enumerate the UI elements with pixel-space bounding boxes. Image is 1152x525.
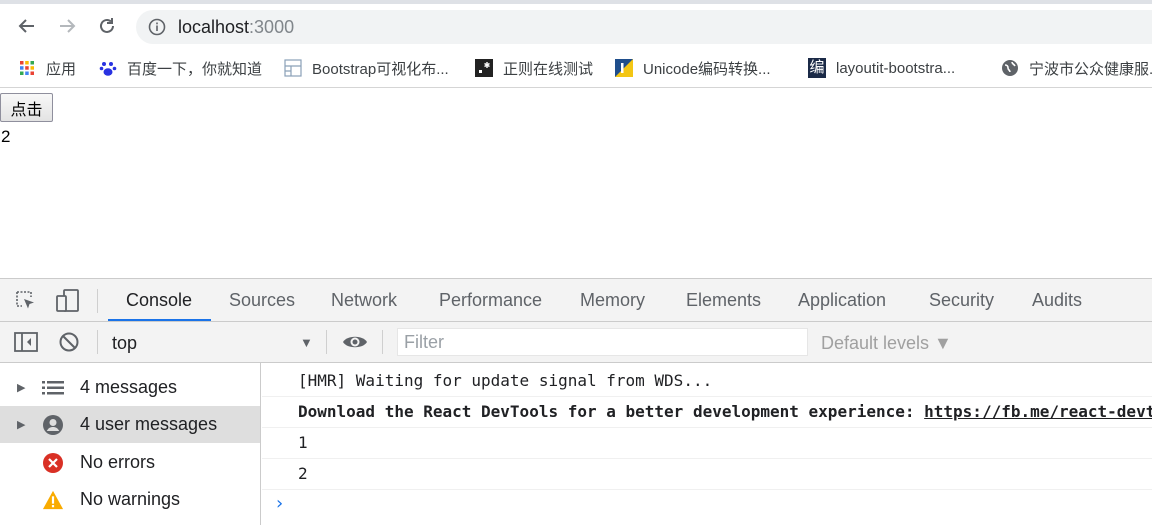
log-levels-dropdown[interactable]: Default levels ▼ — [821, 333, 952, 354]
bookmark-label: 百度一下，你就知道 — [127, 60, 263, 78]
sidebar-item-messages[interactable]: ▶ 4 messages — [0, 369, 260, 406]
regex-icon — [475, 59, 493, 77]
expand-triangle-icon[interactable]: ▶ — [17, 418, 25, 431]
tab-memory[interactable]: Memory — [580, 290, 645, 311]
sidebar-item-label: No warnings — [80, 489, 181, 509]
bookmark-unicode[interactable]: Unicode编码转换... — [615, 58, 771, 78]
bian-glyph: 编 — [808, 58, 826, 78]
context-selector[interactable]: top — [112, 333, 137, 354]
sidebar-item-errors[interactable]: No errors — [0, 444, 260, 481]
page-viewport: 点击 2 — [0, 89, 1152, 278]
active-tab-indicator — [108, 319, 211, 321]
url-text[interactable]: localhost:3000 — [178, 17, 294, 37]
user-icon — [42, 414, 64, 436]
device-toolbar-button[interactable] — [55, 288, 81, 314]
sidebar-item-user-messages[interactable]: ▶ 4 user messages — [0, 406, 260, 443]
context-dropdown-icon[interactable]: ▼ — [300, 335, 313, 350]
bookmark-label: 宁波市公众健康服... — [1029, 60, 1152, 78]
tab-security[interactable]: Security — [929, 290, 994, 311]
baidu-paw-icon — [99, 59, 117, 77]
list-icon — [42, 377, 64, 399]
address-bar[interactable]: localhost:3000 — [136, 10, 1152, 44]
sidebar-item-label: 4 messages — [80, 377, 178, 397]
console-output: [HMR] Waiting for update signal from WDS… — [262, 363, 1152, 525]
error-icon — [42, 452, 64, 474]
tab-elements[interactable]: Elements — [686, 290, 761, 311]
console-prompt[interactable]: › — [274, 493, 285, 514]
message-text: 2 — [298, 464, 308, 483]
console-sidebar: ▶ 4 messages ▶ 4 user messages No errors… — [0, 363, 261, 525]
apps-grid-icon — [18, 59, 36, 77]
bookmark-label: 应用 — [46, 60, 77, 78]
bookmark-ningbo[interactable]: 宁波市公众健康服... — [1001, 58, 1152, 78]
clear-console-button[interactable] — [58, 331, 80, 353]
forward-arrow-icon — [60, 19, 76, 33]
sidebar-item-label: 4 user messages — [80, 414, 218, 434]
expand-triangle-icon[interactable]: ▶ — [17, 381, 25, 394]
bookmark-label: Unicode编码转换... — [643, 60, 771, 78]
message-text: [HMR] Waiting for update signal from WDS… — [298, 371, 713, 390]
click-button[interactable]: 点击 — [0, 93, 53, 122]
console-message: [HMR] Waiting for update signal from WDS… — [262, 366, 1152, 397]
bookmark-label: layoutit-bootstra... — [836, 59, 956, 77]
inspect-element-button[interactable] — [14, 289, 38, 313]
bookmark-baidu[interactable]: 百度一下，你就知道 — [99, 58, 262, 78]
show-sidebar-icon — [14, 332, 38, 352]
bookmark-label: Bootstrap可视化布... — [312, 60, 449, 78]
console-message: 1 — [262, 428, 1152, 459]
reload-icon — [100, 18, 114, 33]
back-button[interactable] — [14, 13, 40, 39]
toolbar-divider — [97, 289, 98, 313]
bookmarks-bar: 应用 百度一下，你就知道 Bootstrap可视化布... 正则在线测试 Uni… — [0, 48, 1152, 88]
devtools-tabbar: Console Sources Network Performance Memo… — [0, 278, 1152, 322]
warning-icon — [42, 489, 64, 511]
sidebar-toggle-button[interactable] — [14, 331, 38, 353]
unicode-icon — [615, 59, 633, 77]
browser-toolbar: localhost:3000 — [0, 4, 1152, 48]
url-port: :3000 — [249, 17, 295, 37]
count-value: 2 — [1, 127, 11, 146]
message-text: 1 — [298, 433, 308, 452]
globe-icon — [1001, 59, 1019, 77]
tab-audits[interactable]: Audits — [1032, 290, 1082, 311]
bookmark-bootstrap[interactable]: Bootstrap可视化布... — [284, 58, 449, 78]
console-toolbar: top ▼ Default levels ▼ — [0, 322, 1152, 363]
filter-box[interactable] — [397, 328, 808, 356]
react-devtools-link[interactable]: https://fb.me/react-devtools — [924, 402, 1152, 421]
back-arrow-icon — [18, 19, 34, 33]
tab-performance[interactable]: Performance — [439, 290, 542, 311]
message-text: Download the React DevTools for a better… — [298, 402, 925, 421]
forward-button[interactable] — [54, 13, 80, 39]
toolbar-divider — [326, 330, 327, 354]
bookmark-layoutit[interactable]: 编 layoutit-bootstra... — [808, 58, 955, 78]
filter-input[interactable] — [398, 329, 807, 355]
console-message: 2 — [262, 459, 1152, 490]
eye-icon — [343, 336, 367, 348]
reload-button[interactable] — [94, 13, 120, 39]
bian-icon: 编 — [808, 58, 826, 78]
console-message: Download the React DevTools for a better… — [262, 397, 1152, 428]
tab-network[interactable]: Network — [331, 290, 397, 311]
info-icon — [148, 18, 166, 36]
bookmark-regex[interactable]: 正则在线测试 — [475, 58, 593, 78]
bookmark-label: 正则在线测试 — [503, 60, 594, 78]
tab-application[interactable]: Application — [798, 290, 886, 311]
layout-grid-icon — [284, 59, 302, 77]
sidebar-item-label: No errors — [80, 452, 156, 472]
tab-console[interactable]: Console — [126, 290, 192, 311]
toolbar-divider — [382, 330, 383, 354]
bookmark-apps[interactable]: 应用 — [18, 58, 76, 78]
sidebar-item-warnings[interactable]: No warnings — [0, 481, 260, 518]
device-mode-icon — [56, 289, 79, 312]
live-expression-button[interactable] — [341, 332, 369, 352]
url-host: localhost — [178, 17, 250, 37]
inspect-cursor-icon — [16, 291, 34, 309]
tab-sources[interactable]: Sources — [229, 290, 295, 311]
toolbar-divider — [97, 330, 98, 354]
block-icon — [59, 332, 79, 352]
